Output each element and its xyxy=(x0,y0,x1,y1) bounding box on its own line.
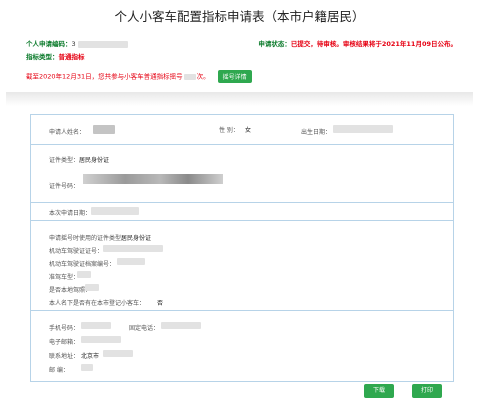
redacted-phone xyxy=(161,322,201,329)
vehicle-type-label: 准驾车型： xyxy=(49,274,80,281)
download-button[interactable]: 下载 xyxy=(364,384,394,398)
redacted-driver-license xyxy=(103,245,163,252)
id-type-label: 证件类型： xyxy=(49,157,80,164)
redacted-id-number xyxy=(83,174,223,184)
email-label: 电子邮箱： xyxy=(49,339,80,346)
redacted-name xyxy=(93,125,115,134)
application-code-row: 个人申请编码：3 xyxy=(26,38,128,51)
application-page: 个人小客车配置指标申请表（本市户籍居民） 个人申请编码：3 指标类型：普通指标 … xyxy=(6,0,473,404)
gender-label: 性 别： xyxy=(219,127,239,134)
id-number-label: 证件号码： xyxy=(49,183,80,190)
postcode-label: 邮 编： xyxy=(49,367,69,374)
driver-section: 申请摇号时使用的证件类型： 居民身份证 机动车驾驶证证号： 机动车驾驶证档案编号… xyxy=(31,221,453,311)
driver-file-label: 机动车驾驶证档案编号： xyxy=(49,261,116,268)
application-status: 申请状态：已提交，待审核。审核结果将于2021年11月09日公布。 xyxy=(258,38,457,51)
quota-type-row: 指标类型：普通指标 xyxy=(26,51,128,64)
gender-value: 女 xyxy=(245,127,252,134)
status-label: 申请状态： xyxy=(258,40,291,48)
quota-type-value: 普通指标 xyxy=(58,53,85,61)
redacted-postcode xyxy=(81,364,93,371)
application-code-label: 个人申请编码： xyxy=(26,40,72,48)
page-title: 个人小客车配置指标申请表（本市户籍居民） xyxy=(114,9,365,24)
lottery-detail-button[interactable]: 摇号详情 xyxy=(217,70,252,83)
notice-suffix: 次。 xyxy=(196,72,210,81)
redacted-birth xyxy=(333,125,393,133)
driver-license-label: 机动车驾驶证证号： xyxy=(49,248,104,255)
redacted-driver-file xyxy=(117,258,145,265)
quota-type-label: 指标类型： xyxy=(26,53,59,61)
address-label: 联系地址： xyxy=(49,353,80,360)
reg-id-type-label: 申请摇号时使用的证件类型： xyxy=(49,235,128,242)
redacted-vehicle-type xyxy=(77,271,91,278)
mobile-label: 手机号码： xyxy=(49,325,80,332)
name-label: 申请人姓名： xyxy=(49,129,86,136)
contact-section: 手机号码： 固定电话： 电子邮箱： 联系地址： 北京市 邮 编： xyxy=(31,311,453,383)
redacted-code xyxy=(77,40,128,48)
redacted-count xyxy=(183,73,196,80)
application-form: 申请人姓名： 性 别： 女 出生日期： 证件类型： 居民身份证 证件号码： 本次… xyxy=(30,114,454,382)
id-type-value: 居民身份证 xyxy=(79,157,110,164)
registered-vehicle-value: 否 xyxy=(157,300,164,307)
redacted-email xyxy=(81,336,121,343)
applicant-info: 个人申请编码：3 指标类型：普通指标 xyxy=(26,38,128,64)
id-section: 证件类型： 居民身份证 证件号码： xyxy=(31,145,453,203)
personal-section: 申请人姓名： 性 别： 女 出生日期： xyxy=(31,115,453,145)
reg-id-type-value: 居民身份证 xyxy=(121,235,152,242)
redacted-local-license xyxy=(85,284,99,291)
notice-text: 截至2020年12月31日，您共参与小客车普通指标摇号 xyxy=(26,72,183,81)
apply-date-label: 本次申请日期： xyxy=(49,210,92,217)
apply-date-section: 本次申请日期： xyxy=(31,203,453,221)
birth-label: 出生日期： xyxy=(301,129,332,136)
section-divider xyxy=(6,92,473,106)
address-value: 北京市 xyxy=(81,353,100,360)
redacted-address xyxy=(103,350,133,357)
status-text: 已提交，待审核。审核结果将于2021年11月09日公布。 xyxy=(290,40,457,48)
lottery-notice: 截至2020年12月31日，您共参与小客车普通指标摇号 次。 摇号详情 xyxy=(26,70,252,83)
registered-vehicle-label: 本人名下是否有在本市登记小客车： xyxy=(49,300,146,307)
redacted-mobile xyxy=(81,322,111,329)
redacted-apply-date xyxy=(91,207,139,215)
phone-label: 固定电话： xyxy=(129,325,160,332)
application-code-value: 3 xyxy=(71,40,76,48)
print-button[interactable]: 打印 xyxy=(412,384,442,398)
